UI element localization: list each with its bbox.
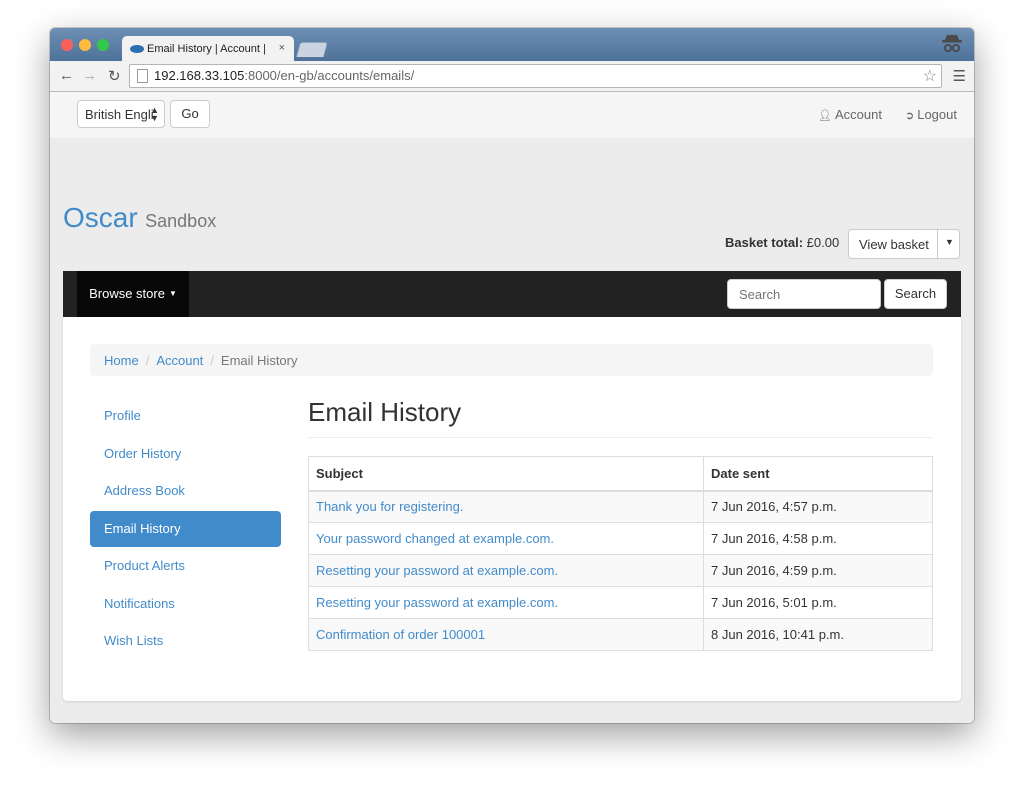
url-path: :8000/en-gb/accounts/emails/ bbox=[244, 68, 415, 83]
table-row: Resetting your password at example.com. … bbox=[308, 554, 933, 587]
basket-total-label: Basket total: bbox=[725, 235, 804, 250]
menu-icon[interactable]: ☰ bbox=[953, 67, 966, 85]
maximize-window-button[interactable] bbox=[97, 39, 109, 51]
reload-icon[interactable]: ↻ bbox=[108, 67, 121, 85]
table-row: Thank you for registering. 7 Jun 2016, 4… bbox=[308, 490, 933, 523]
sidenav-item-product-alerts[interactable]: Product Alerts bbox=[90, 548, 281, 584]
page-viewport: British Engli ▲ ▼ Go 👤︎ Account ➲ Logout Os… bbox=[50, 92, 974, 723]
star-icon[interactable]: ☆ bbox=[923, 66, 937, 86]
site-brand[interactable]: Oscar Sandbox bbox=[63, 202, 216, 234]
logout-icon: ➲ bbox=[905, 110, 915, 122]
email-date: 7 Jun 2016, 4:57 p.m. bbox=[703, 490, 933, 523]
browser-toolbar: ← → ↻ 192.168.33.105:8000/en-gb/accounts… bbox=[50, 61, 974, 92]
email-subject-link[interactable]: Your password changed at example.com. bbox=[308, 522, 704, 555]
sidenav-item-notifications[interactable]: Notifications bbox=[90, 586, 281, 622]
tab-close-icon[interactable]: × bbox=[279, 42, 285, 54]
logout-label: Logout bbox=[917, 107, 957, 122]
language-select[interactable]: British Engli ▲ ▼ bbox=[77, 100, 165, 128]
page-content: Home / Account / Email History Profile Order… bbox=[63, 317, 961, 701]
email-date: 7 Jun 2016, 4:59 p.m. bbox=[703, 554, 933, 587]
url-host: 192.168.33.105 bbox=[154, 68, 245, 83]
email-date: 7 Jun 2016, 4:58 p.m. bbox=[703, 522, 933, 555]
main-navbar: Browse store ▼ Search bbox=[63, 271, 961, 317]
email-history-table: Subject Date sent Thank you for register… bbox=[308, 456, 933, 651]
search-button[interactable]: Search bbox=[884, 279, 947, 309]
address-bar[interactable]: 192.168.33.105:8000/en-gb/accounts/email… bbox=[129, 64, 942, 88]
breadcrumb-account[interactable]: Account bbox=[156, 353, 203, 368]
sidenav-item-wish-lists[interactable]: Wish Lists bbox=[90, 623, 281, 659]
table-row: Resetting your password at example.com. … bbox=[308, 586, 933, 619]
page-icon bbox=[137, 69, 148, 83]
minimize-window-button[interactable] bbox=[79, 39, 91, 51]
email-subject-link[interactable]: Resetting your password at example.com. bbox=[308, 554, 704, 587]
account-link[interactable]: 👤︎ Account bbox=[818, 107, 882, 122]
breadcrumb-separator: / bbox=[145, 353, 150, 368]
favicon-icon bbox=[130, 45, 144, 53]
brand-suffix: Sandbox bbox=[145, 211, 217, 231]
breadcrumb-home[interactable]: Home bbox=[104, 353, 139, 368]
column-header-date-sent: Date sent bbox=[703, 456, 933, 492]
table-row: Confirmation of order 100001 8 Jun 2016,… bbox=[308, 618, 933, 651]
user-icon: 👤︎ bbox=[818, 110, 832, 122]
sidenav-item-profile[interactable]: Profile bbox=[90, 398, 281, 434]
sidenav-item-email-history[interactable]: Email History bbox=[90, 510, 281, 547]
table-row: Your password changed at example.com. 7 … bbox=[308, 522, 933, 555]
page-title: Email History bbox=[308, 397, 462, 427]
search-input[interactable] bbox=[727, 279, 881, 309]
select-arrows-icon: ▲ ▼ bbox=[150, 105, 159, 123]
logout-link[interactable]: ➲ Logout bbox=[905, 107, 957, 122]
forward-icon[interactable]: → bbox=[82, 67, 97, 84]
brand-name: Oscar bbox=[63, 202, 138, 233]
browser-window: Email History | Account | O × ← → ↻ 192.… bbox=[50, 28, 974, 723]
browser-tab[interactable]: Email History | Account | O × bbox=[122, 36, 294, 62]
browse-store-label: Browse store bbox=[89, 286, 165, 301]
view-basket-label: View basket bbox=[859, 237, 929, 252]
page-topbar: British Engli ▲ ▼ Go 👤︎ Account ➲ Logout bbox=[50, 92, 974, 138]
caret-down-icon: ▼ bbox=[168, 289, 177, 298]
back-icon[interactable]: ← bbox=[59, 67, 74, 84]
account-sidenav: Profile Order History Address Book Email… bbox=[90, 398, 281, 661]
breadcrumb: Home / Account / Email History bbox=[90, 344, 933, 376]
close-window-button[interactable] bbox=[61, 39, 73, 51]
browse-store-dropdown[interactable]: Browse store ▼ bbox=[77, 271, 189, 317]
browser-titlebar: Email History | Account | O × bbox=[50, 28, 974, 62]
email-subject-link[interactable]: Confirmation of order 100001 bbox=[308, 618, 704, 651]
new-tab-button[interactable] bbox=[295, 42, 329, 57]
sidenav-item-address-book[interactable]: Address Book bbox=[90, 473, 281, 509]
basket-total: Basket total: £0.00 bbox=[725, 235, 839, 250]
tab-title: Email History | Account | O bbox=[147, 43, 267, 55]
email-subject-link[interactable]: Thank you for registering. bbox=[308, 490, 704, 523]
breadcrumb-separator: / bbox=[210, 353, 214, 368]
caret-down-icon[interactable]: ▼ bbox=[945, 237, 954, 247]
title-divider bbox=[308, 437, 933, 438]
view-basket-button[interactable]: View basket ▼ bbox=[848, 229, 960, 259]
account-label: Account bbox=[834, 107, 882, 122]
email-subject-link[interactable]: Resetting your password at example.com. bbox=[308, 586, 704, 619]
email-date: 7 Jun 2016, 5:01 p.m. bbox=[703, 586, 933, 619]
basket-total-value: £0.00 bbox=[806, 235, 840, 250]
sidenav-item-order-history[interactable]: Order History bbox=[90, 436, 281, 472]
email-date: 8 Jun 2016, 10:41 p.m. bbox=[703, 618, 933, 651]
go-button[interactable]: Go bbox=[170, 100, 210, 128]
language-value: British Engli bbox=[85, 107, 153, 122]
table-header-row: Subject Date sent bbox=[308, 456, 933, 492]
button-divider bbox=[937, 230, 938, 258]
breadcrumb-current: Email History bbox=[220, 353, 298, 368]
incognito-icon bbox=[942, 35, 962, 53]
url-text: 192.168.33.105:8000/en-gb/accounts/email… bbox=[154, 68, 414, 83]
column-header-subject: Subject bbox=[308, 456, 704, 492]
